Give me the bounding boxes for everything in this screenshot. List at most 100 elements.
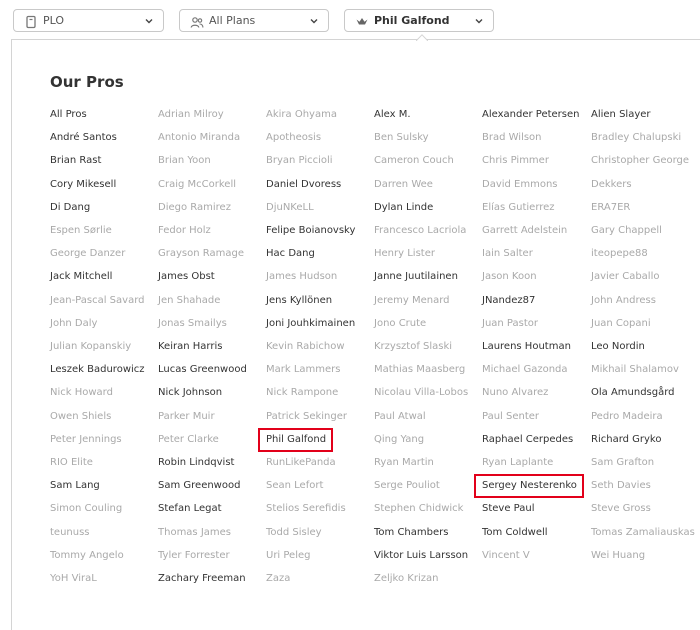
pro-link[interactable]: Viktor Luis Larsson xyxy=(374,548,468,564)
pro-link[interactable]: Jonas Smailys xyxy=(158,316,227,332)
pro-link[interactable]: Kevin Rabichow xyxy=(266,339,345,355)
pro-link[interactable]: Julian Kopanskiy xyxy=(50,339,131,355)
pro-link[interactable]: Adrian Milroy xyxy=(158,107,224,123)
pro-link[interactable]: Raphael Cerpedes xyxy=(482,432,573,448)
pro-link[interactable]: Elías Gutierrez xyxy=(482,200,555,216)
pro-link[interactable]: Juan Copani xyxy=(591,316,651,332)
pro-link[interactable]: Ryan Martin xyxy=(374,455,434,471)
pro-link[interactable]: Leszek Badurowicz xyxy=(50,362,145,378)
pro-link[interactable]: Bryan Piccioli xyxy=(266,153,333,169)
pro-link[interactable]: JNandez87 xyxy=(482,293,535,309)
pro-link[interactable]: Tom Coldwell xyxy=(482,525,548,541)
pro-link[interactable]: Henry Lister xyxy=(374,246,435,262)
pro-link[interactable]: Michael Gazonda xyxy=(482,362,568,378)
pro-link[interactable]: Jean-Pascal Savard xyxy=(50,293,144,309)
pro-link[interactable]: All Pros xyxy=(50,107,87,123)
pro-link[interactable]: Bradley Chalupski xyxy=(591,130,681,146)
pro-link[interactable]: George Danzer xyxy=(50,246,125,262)
pro-link[interactable]: Stelios Serefidis xyxy=(266,501,346,517)
plans-dropdown[interactable]: All Plans xyxy=(179,9,329,32)
pro-link[interactable]: Stefan Legat xyxy=(158,501,222,517)
pro-link[interactable]: Jono Crute xyxy=(374,316,426,332)
pro-link[interactable]: RunLikePanda xyxy=(266,455,336,471)
pro-link[interactable]: Thomas James xyxy=(158,525,231,541)
pro-link[interactable]: Daniel Dvoress xyxy=(266,177,341,193)
pro-link[interactable]: Brian Yoon xyxy=(158,153,211,169)
pro-link[interactable]: Nuno Alvarez xyxy=(482,385,548,401)
pro-link[interactable]: André Santos xyxy=(50,130,117,146)
pro-link[interactable]: Patrick Sekinger xyxy=(266,409,347,425)
pro-link[interactable]: Felipe Boianovsky xyxy=(266,223,355,239)
pro-link[interactable]: Tomas Zamaliauskas xyxy=(591,525,695,541)
pro-link[interactable]: Darren Wee xyxy=(374,177,433,193)
pro-link[interactable]: Keiran Harris xyxy=(158,339,222,355)
pro-link[interactable]: Jason Koon xyxy=(482,269,537,285)
pro-link[interactable]: Espen Sørlie xyxy=(50,223,112,239)
pro-link[interactable]: Dylan Linde xyxy=(374,200,433,216)
pro-link[interactable]: Leo Nordin xyxy=(591,339,645,355)
pro-link[interactable]: Francesco Lacriola xyxy=(374,223,466,239)
game-type-dropdown[interactable]: PLO xyxy=(13,9,164,32)
pro-link[interactable]: Nick Rampone xyxy=(266,385,338,401)
pro-link[interactable]: Zachary Freeman xyxy=(158,571,246,587)
pro-link[interactable]: Nicolau Villa-Lobos xyxy=(374,385,468,401)
pro-link[interactable]: John Daly xyxy=(50,316,97,332)
pro-link[interactable]: Tommy Angelo xyxy=(50,548,124,564)
pro-link[interactable]: Peter Jennings xyxy=(50,432,122,448)
pro-link[interactable]: Tom Chambers xyxy=(374,525,448,541)
pro-link[interactable]: Vincent V xyxy=(482,548,530,564)
pro-link[interactable]: Ben Sulsky xyxy=(374,130,429,146)
pro-link[interactable]: Owen Shiels xyxy=(50,409,111,425)
pro-link[interactable]: Todd Sisley xyxy=(266,525,322,541)
pro-link[interactable]: Qing Yang xyxy=(374,432,424,448)
pro-link[interactable]: Tyler Forrester xyxy=(158,548,230,564)
pro-link[interactable]: Di Dang xyxy=(50,200,90,216)
pro-link[interactable]: James Hudson xyxy=(266,269,337,285)
pro-link[interactable]: Sam Greenwood xyxy=(158,478,240,494)
pro-link[interactable]: Cory Mikesell xyxy=(50,177,116,193)
pro-link[interactable]: teunuss xyxy=(50,525,90,541)
pro-link[interactable]: Mark Lammers xyxy=(266,362,341,378)
pro-link[interactable]: Jens Kyllönen xyxy=(266,293,332,309)
pro-link[interactable]: ERA7ER xyxy=(591,200,630,216)
pro-link[interactable]: David Emmons xyxy=(482,177,558,193)
pro-link[interactable]: Craig McCorkell xyxy=(158,177,236,193)
pro-link[interactable]: Hac Dang xyxy=(266,246,315,262)
pro-link[interactable]: Antonio Miranda xyxy=(158,130,240,146)
pro-link[interactable]: Janne Juutilainen xyxy=(374,269,458,285)
pro-link[interactable]: YoH ViraL xyxy=(50,571,97,587)
pro-link[interactable]: Dekkers xyxy=(591,177,632,193)
pro-link[interactable]: John Andress xyxy=(591,293,656,309)
pro-link[interactable]: DjuNKeLL xyxy=(266,200,314,216)
pro-link[interactable]: Ryan Laplante xyxy=(482,455,553,471)
pro-link[interactable]: Zeljko Krizan xyxy=(374,571,438,587)
pro-link[interactable]: Ola Amundsgård xyxy=(591,385,675,401)
pro-link[interactable]: Paul Senter xyxy=(482,409,539,425)
pro-dropdown[interactable]: Phil Galfond xyxy=(344,9,494,32)
pro-link[interactable]: Peter Clarke xyxy=(158,432,219,448)
pro-link[interactable]: James Obst xyxy=(158,269,215,285)
pro-link[interactable]: Seth Davies xyxy=(591,478,651,494)
pro-link[interactable]: Brad Wilson xyxy=(482,130,542,146)
pro-link[interactable]: Sam Lang xyxy=(50,478,100,494)
pro-link[interactable]: Nick Johnson xyxy=(158,385,222,401)
pro-link[interactable]: RIO Elite xyxy=(50,455,93,471)
pro-link[interactable]: Jack Mitchell xyxy=(50,269,112,285)
pro-link[interactable]: Juan Pastor xyxy=(482,316,538,332)
pro-link[interactable]: Chris Pimmer xyxy=(482,153,549,169)
pro-link[interactable]: Alien Slayer xyxy=(591,107,651,123)
pro-link[interactable]: Krzysztof Slaski xyxy=(374,339,452,355)
pro-link[interactable]: Stephen Chidwick xyxy=(374,501,463,517)
pro-link[interactable]: iteopepe88 xyxy=(591,246,648,262)
pro-link[interactable]: Simon Couling xyxy=(50,501,122,517)
pro-link[interactable]: Serge Pouliot xyxy=(374,478,440,494)
pro-link[interactable]: Brian Rast xyxy=(50,153,101,169)
pro-link[interactable]: Zaza xyxy=(266,571,290,587)
pro-link[interactable]: Uri Peleg xyxy=(266,548,311,564)
pro-link[interactable]: Christopher George xyxy=(591,153,689,169)
pro-link[interactable]: Sean Lefort xyxy=(266,478,323,494)
pro-link[interactable]: Wei Huang xyxy=(591,548,645,564)
pro-link[interactable]: Akira Ohyama xyxy=(266,107,337,123)
pro-link[interactable]: Cameron Couch xyxy=(374,153,454,169)
pro-link[interactable]: Nick Howard xyxy=(50,385,113,401)
